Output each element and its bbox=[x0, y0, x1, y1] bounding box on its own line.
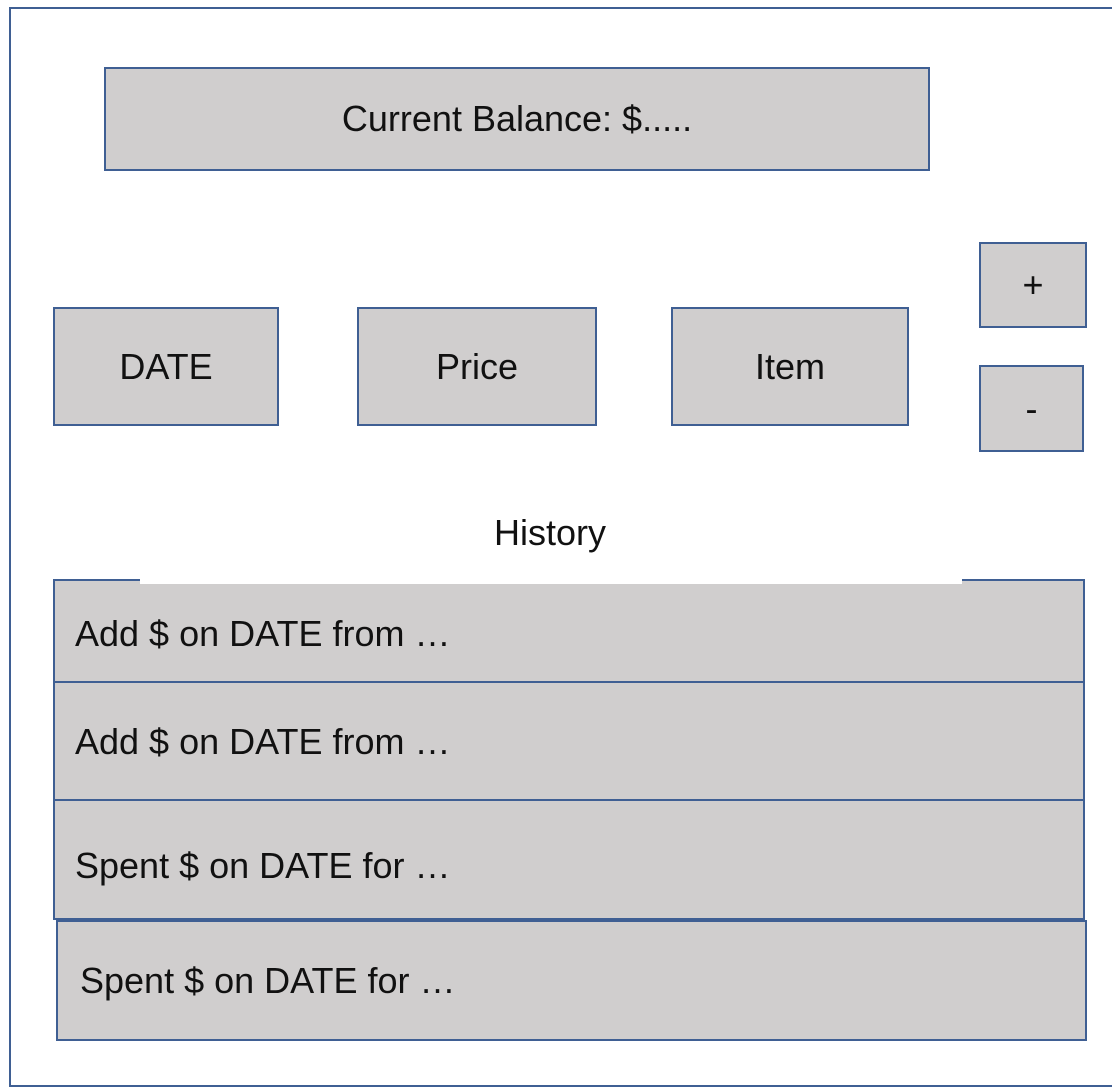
item-field[interactable]: Item bbox=[671, 307, 909, 426]
history-entry: Spent $ on DATE for … bbox=[56, 920, 1087, 1041]
history-entry: Spent $ on DATE for … bbox=[53, 799, 1085, 920]
item-field-label: Item bbox=[754, 345, 825, 387]
price-field-label: Price bbox=[435, 345, 519, 387]
history-header-gap bbox=[140, 574, 962, 584]
date-field[interactable]: DATE bbox=[53, 307, 279, 426]
add-button[interactable]: + bbox=[979, 242, 1087, 328]
history-entry-text: Add $ on DATE from … bbox=[75, 613, 451, 654]
current-balance-display: Current Balance: $..... bbox=[104, 67, 930, 171]
current-balance-label: Current Balance: $..... bbox=[341, 98, 693, 139]
remove-button[interactable]: - bbox=[979, 365, 1084, 452]
history-entry-text: Spent $ on DATE for … bbox=[75, 844, 451, 886]
history-title: History bbox=[493, 512, 606, 553]
history-entry: Add $ on DATE from … bbox=[53, 579, 1085, 689]
price-field[interactable]: Price bbox=[357, 307, 597, 426]
history-entry-text: Add $ on DATE from … bbox=[75, 720, 451, 762]
history-entry: Add $ on DATE from … bbox=[53, 681, 1085, 802]
history-entry-text: Spent $ on DATE for … bbox=[80, 959, 456, 1001]
remove-button-label: - bbox=[1025, 387, 1038, 429]
add-button-label: + bbox=[1022, 264, 1044, 305]
date-field-label: DATE bbox=[119, 345, 213, 387]
